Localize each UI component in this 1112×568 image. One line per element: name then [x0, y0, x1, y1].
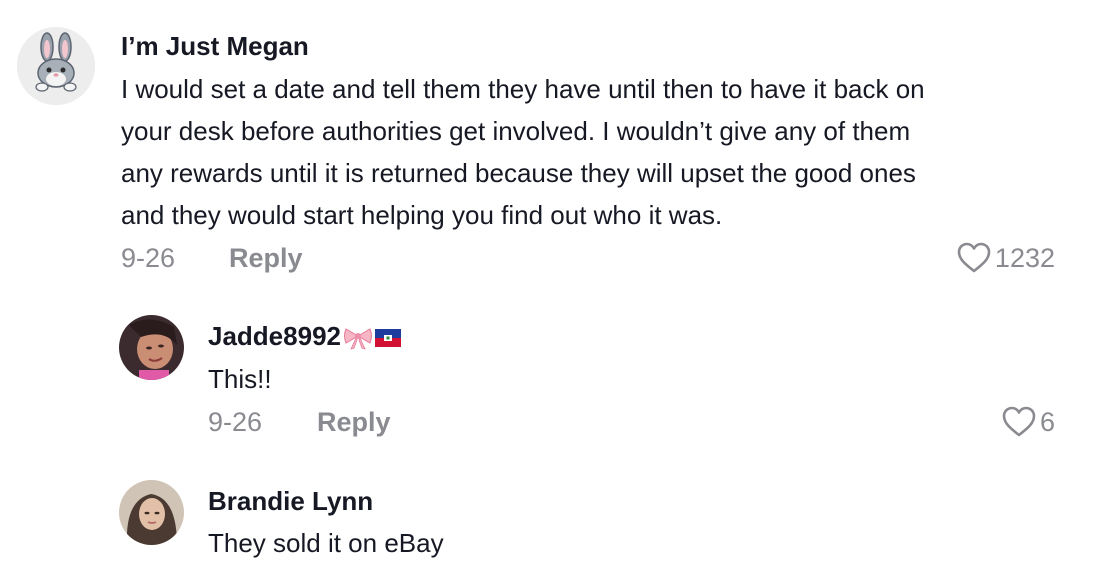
like-count: 6 — [1039, 406, 1055, 437]
heart-icon — [1002, 406, 1036, 437]
user-photo-icon — [119, 315, 184, 380]
reply-username[interactable]: Jadde8992 — [208, 321, 401, 352]
comment-text-line: any rewards until it is returned because… — [121, 158, 916, 188]
like-count: 1232 — [994, 242, 1055, 273]
reply-text: This!! — [208, 364, 272, 394]
bunny-avatar-icon — [17, 27, 95, 105]
reply-button[interactable]: Reply — [317, 407, 391, 438]
reply-username-text: Jadde8992 — [208, 321, 341, 351]
comment-text: I would set a date and tell them they ha… — [121, 68, 1081, 236]
reply-username[interactable]: Brandie Lynn — [208, 486, 373, 517]
reply-date: 9-26 — [208, 407, 263, 437]
ribbon-bow-icon — [343, 328, 372, 350]
avatar[interactable] — [119, 315, 184, 380]
comment-username[interactable]: I’m Just Megan — [121, 31, 309, 62]
comment-date: 9-26 — [121, 243, 176, 273]
heart-icon — [957, 242, 991, 273]
avatar[interactable] — [17, 27, 95, 105]
username-emojis — [343, 326, 401, 350]
comment-text-line: I would set a date and tell them they ha… — [121, 74, 925, 104]
reply-text: They sold it on eBay — [208, 528, 444, 558]
comment-text-line: and they would start helping you find ou… — [121, 200, 723, 230]
user-photo-icon — [119, 480, 184, 545]
like-button[interactable]: 6 — [1002, 406, 1055, 438]
comment-text-line: your desk before authorities get involve… — [121, 116, 911, 146]
avatar[interactable] — [119, 480, 184, 545]
haiti-flag-icon — [374, 329, 401, 348]
reply-button[interactable]: Reply — [229, 243, 303, 274]
like-button[interactable]: 1232 — [957, 242, 1055, 274]
